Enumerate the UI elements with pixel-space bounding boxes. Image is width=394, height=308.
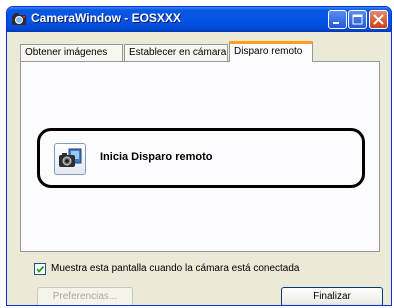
title-bar[interactable]: CameraWindow - EOSXXX xyxy=(7,7,391,32)
show-on-connect-checkbox[interactable] xyxy=(34,263,46,275)
tab-establecer-en-camara[interactable]: Establecer en cámara xyxy=(124,44,228,61)
close-button[interactable] xyxy=(369,10,388,29)
start-remote-shooting-label: Inicia Disparo remoto xyxy=(100,151,213,163)
checkmark-icon xyxy=(36,265,45,273)
finish-button[interactable]: Finalizar xyxy=(281,287,383,305)
tab-obtener-imagenes[interactable]: Obtener imágenes xyxy=(20,44,123,61)
camerawindow: CameraWindow - EOSXXX Obtener imágenes E… xyxy=(6,6,392,306)
minimize-button[interactable] xyxy=(328,10,347,29)
start-remote-shooting-button[interactable] xyxy=(54,143,86,175)
close-icon xyxy=(373,14,384,25)
preferences-button[interactable]: Preferencias... xyxy=(37,287,133,305)
show-on-connect-label: Muestra esta pantalla cuando la cámara e… xyxy=(51,263,300,274)
remote-camera-icon xyxy=(59,148,82,167)
maximize-icon xyxy=(352,14,363,25)
minimize-icon xyxy=(333,22,339,24)
tab-strip: Obtener imágenes Establecer en cámara Di… xyxy=(20,41,391,62)
maximize-button[interactable] xyxy=(348,10,367,29)
tab-panel: Inicia Disparo remoto xyxy=(20,61,380,252)
tab-disparo-remoto[interactable]: Disparo remoto xyxy=(229,41,313,62)
remote-shooting-highlight: Inicia Disparo remoto xyxy=(37,128,365,188)
window-title: CameraWindow - EOSXXX xyxy=(31,11,181,25)
camera-icon xyxy=(11,11,27,27)
